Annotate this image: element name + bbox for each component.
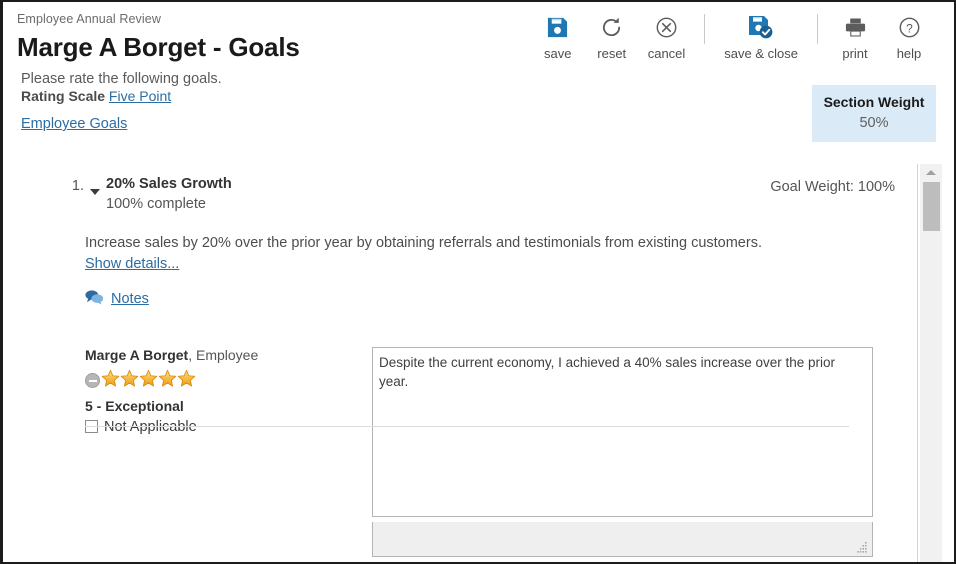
- star-5-icon[interactable]: [177, 369, 196, 393]
- comment-box: [372, 346, 873, 557]
- star-1-icon[interactable]: [101, 369, 120, 393]
- rater-name: Marge A Borget, Employee: [85, 347, 365, 363]
- rater-name-value: Marge A Borget: [85, 346, 189, 363]
- speech-bubble-icon: [85, 289, 104, 310]
- goal-number: 1.: [71, 178, 84, 194]
- rater-block: Marge A Borget, Employee 5 - Exceptional…: [85, 347, 365, 435]
- clear-rating-icon[interactable]: [85, 373, 100, 389]
- help-button[interactable]: ? help: [882, 12, 936, 61]
- notes-link[interactable]: Notes: [111, 291, 149, 307]
- not-applicable-label[interactable]: Not Applicable: [104, 419, 197, 435]
- rating-value-text: 5 - Exceptional: [85, 397, 184, 414]
- rating-scale-label: Rating Scale: [21, 88, 106, 104]
- toolbar-separator-2: [817, 14, 818, 44]
- show-details-link[interactable]: Show details...: [85, 256, 179, 272]
- star-4-icon[interactable]: [158, 369, 177, 393]
- rating-scale-link[interactable]: Five Point: [109, 88, 171, 104]
- goal-header: 1. 20% Sales Growth 100% complete Goal W…: [6, 176, 917, 212]
- refresh-icon: [600, 12, 623, 42]
- section-weight-title: Section Weight: [823, 94, 925, 110]
- section-weight-box: Section Weight 50%: [812, 85, 936, 142]
- cancel-button[interactable]: cancel: [639, 12, 695, 61]
- goal-name: 20% Sales Growth: [106, 176, 232, 192]
- goal-weight: Goal Weight: 100%: [770, 179, 895, 195]
- goal-divider: [85, 425, 849, 427]
- save-button[interactable]: save: [531, 12, 585, 61]
- chevron-down-icon: [90, 189, 100, 195]
- rater-role: , Employee: [188, 346, 259, 363]
- vertical-scrollbar[interactable]: [920, 164, 942, 562]
- save-and-close-label: save & close: [724, 46, 798, 61]
- reset-button[interactable]: reset: [585, 12, 639, 61]
- printer-icon: [844, 12, 867, 42]
- cancel-circle-icon: [655, 12, 678, 42]
- toolbar-separator-1: [704, 14, 706, 44]
- employee-goals-link[interactable]: Employee Goals: [21, 116, 127, 132]
- print-label: print: [842, 46, 868, 61]
- reset-label: reset: [597, 46, 627, 61]
- resize-grip-icon[interactable]: [856, 541, 868, 553]
- review-window: Employee Annual Review Marge A Borget - …: [0, 0, 956, 564]
- cancel-label: cancel: [647, 46, 686, 61]
- goal-description: Increase sales by 20% over the prior yea…: [85, 235, 762, 251]
- floppy-disk-check-icon: [748, 12, 774, 42]
- chevron-up-icon: [926, 170, 936, 175]
- save-and-close-button[interactable]: save & close: [715, 12, 807, 61]
- question-circle-icon: ?: [898, 12, 921, 42]
- scrollbar-thumb[interactable]: [923, 182, 940, 231]
- star-3-icon[interactable]: [139, 369, 158, 393]
- goal-item: 1. 20% Sales Growth 100% complete Goal W…: [6, 164, 917, 557]
- goals-scroll-panel: 1. 20% Sales Growth 100% complete Goal W…: [6, 163, 954, 562]
- star-2-icon[interactable]: [120, 369, 139, 393]
- comment-footer: [372, 521, 873, 557]
- minus-glyph: [88, 379, 97, 382]
- rating-answer-row: Marge A Borget, Employee 5 - Exceptional…: [6, 346, 917, 557]
- comment-textarea[interactable]: [372, 346, 873, 517]
- toolbar: save reset cancel save & close print ? h…: [531, 12, 936, 61]
- star-rating-control[interactable]: [85, 369, 365, 393]
- goal-completion: 100% complete: [106, 196, 206, 212]
- floppy-disk-icon: [546, 12, 569, 42]
- not-applicable-row: Not Applicable: [85, 419, 365, 435]
- goals-list: 1. 20% Sales Growth 100% complete Goal W…: [6, 164, 918, 562]
- goal-body: Increase sales by 20% over the prior yea…: [85, 234, 917, 310]
- help-label: help: [896, 46, 922, 61]
- goal-title-block: 20% Sales Growth 100% complete: [106, 176, 232, 212]
- section-weight-value: 50%: [859, 115, 889, 131]
- goal-collapse-toggle[interactable]: [84, 176, 106, 195]
- save-label: save: [543, 46, 572, 61]
- scroll-up-arrow[interactable]: [920, 164, 942, 181]
- notes-row[interactable]: Notes: [85, 289, 917, 310]
- print-button[interactable]: print: [828, 12, 882, 61]
- svg-text:?: ?: [906, 21, 913, 35]
- not-applicable-checkbox[interactable]: [85, 420, 98, 434]
